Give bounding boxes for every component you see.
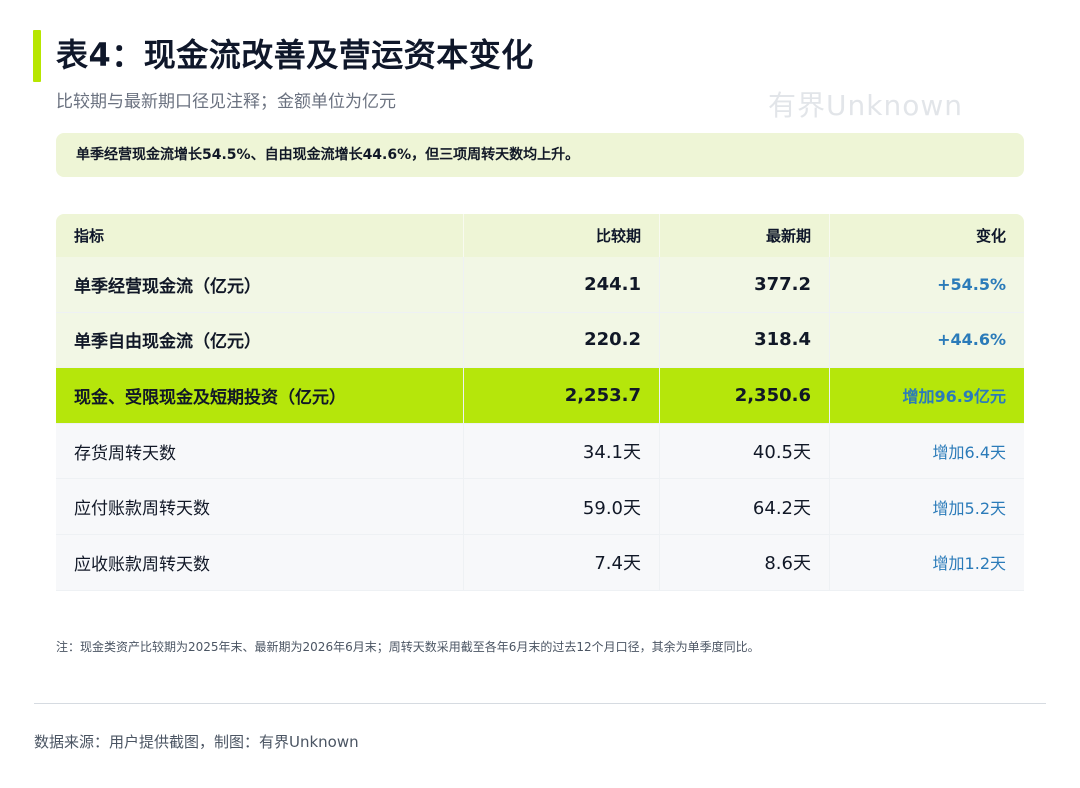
- row-latest-value: 318.4: [660, 312, 830, 369]
- page-title: 表4：现金流改善及营运资本变化: [56, 36, 534, 74]
- column-header-latest: 最新期: [660, 214, 830, 257]
- table-row: 应收账款周转天数 7.4天 8.6天 增加1.2天: [56, 534, 1024, 591]
- row-metric: 单季自由现金流（亿元）: [56, 312, 464, 369]
- row-prior-value: 2,253.7: [464, 368, 660, 424]
- row-metric: 应付账款周转天数: [56, 479, 464, 535]
- row-prior-value: 7.4天: [464, 534, 660, 591]
- row-prior-value: 244.1: [464, 257, 660, 313]
- row-change-value: 增加1.2天: [830, 534, 1024, 591]
- row-change-value: 增加96.9亿元: [830, 368, 1024, 424]
- table-header-row: 指标 比较期 最新期 变化: [56, 214, 1024, 257]
- footnote: 注：现金类资产比较期为2025年末、最新期为2026年6月末；周转天数采用截至各…: [56, 640, 760, 654]
- column-header-metric: 指标: [56, 214, 464, 257]
- row-metric: 现金、受限现金及短期投资（亿元）: [56, 368, 464, 424]
- table-row-highlighted: 现金、受限现金及短期投资（亿元） 2,253.7 2,350.6 增加96.9亿…: [56, 368, 1024, 424]
- row-change-value: 增加6.4天: [830, 423, 1024, 480]
- row-latest-value: 2,350.6: [660, 368, 830, 424]
- row-change-value: +54.5%: [830, 257, 1024, 313]
- row-latest-value: 40.5天: [660, 423, 830, 480]
- row-change-value: 增加5.2天: [830, 479, 1024, 535]
- summary-text: 单季经营现金流增长54.5%、自由现金流增长44.6%，但三项周转天数均上升。: [76, 147, 580, 163]
- column-header-prior: 比较期: [464, 214, 660, 257]
- watermark: 有界Unknown: [768, 89, 963, 122]
- table-row: 单季经营现金流（亿元） 244.1 377.2 +54.5%: [56, 257, 1024, 313]
- row-latest-value: 8.6天: [660, 534, 830, 591]
- page-subtitle: 比较期与最新期口径见注释；金额单位为亿元: [56, 92, 396, 112]
- row-prior-value: 59.0天: [464, 479, 660, 535]
- table-row: 单季自由现金流（亿元） 220.2 318.4 +44.6%: [56, 312, 1024, 369]
- title-accent-bar: [33, 30, 41, 82]
- footer-divider: [34, 703, 1046, 704]
- row-latest-value: 64.2天: [660, 479, 830, 535]
- table-row: 存货周转天数 34.1天 40.5天 增加6.4天: [56, 423, 1024, 480]
- row-prior-value: 220.2: [464, 312, 660, 369]
- row-prior-value: 34.1天: [464, 423, 660, 480]
- row-change-value: +44.6%: [830, 312, 1024, 369]
- column-header-change: 变化: [830, 214, 1024, 257]
- row-metric: 存货周转天数: [56, 423, 464, 480]
- row-metric: 单季经营现金流（亿元）: [56, 257, 464, 313]
- table-row: 应付账款周转天数 59.0天 64.2天 增加5.2天: [56, 479, 1024, 535]
- summary-box: 单季经营现金流增长54.5%、自由现金流增长44.6%，但三项周转天数均上升。: [56, 133, 1024, 177]
- row-metric: 应收账款周转天数: [56, 534, 464, 591]
- data-table: 指标 比较期 最新期 变化 单季经营现金流（亿元） 244.1 377.2 +5…: [56, 214, 1024, 591]
- row-latest-value: 377.2: [660, 257, 830, 313]
- source-credit: 数据来源：用户提供截图，制图：有界Unknown: [34, 733, 359, 751]
